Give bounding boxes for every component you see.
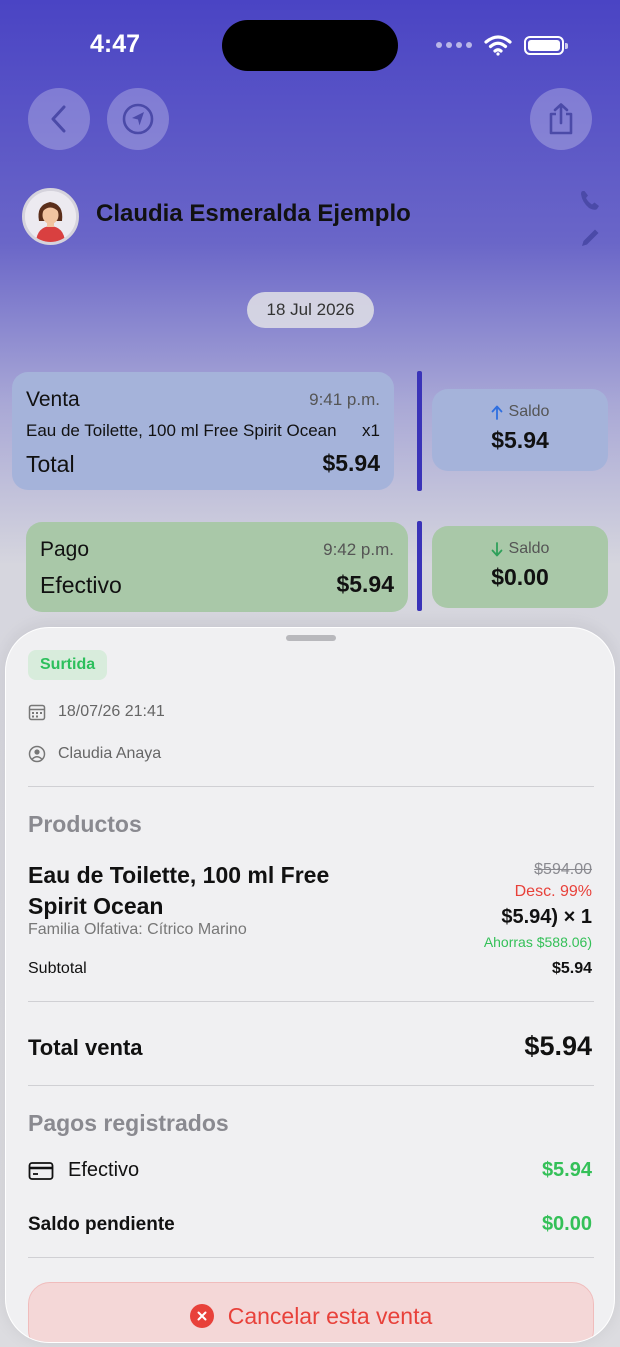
savings-label: Ahorras $588.06) [483, 934, 592, 950]
cellular-signal-icon [436, 42, 472, 48]
cancel-sale-label: Cancelar esta venta [227, 1303, 433, 1329]
payment-card[interactable]: Pago 9:42 p.m. Efectivo $5.94 [26, 522, 408, 612]
chevron-left-icon [51, 105, 66, 133]
status-time: 4:47 [90, 30, 141, 58]
timeline-divider [417, 521, 422, 611]
dynamic-island [222, 20, 398, 71]
avatar[interactable] [22, 188, 79, 245]
payment-method: Efectivo [40, 572, 122, 598]
contact-name: Claudia Esmeralda Ejemplo [96, 200, 411, 227]
wifi-icon [484, 35, 512, 56]
phone-icon[interactable] [578, 188, 602, 212]
payment-row: Efectivo [28, 1159, 139, 1182]
pending-balance-label: Saldo pendiente [28, 1214, 175, 1235]
arrow-up-icon [491, 405, 502, 420]
sale-time: 9:41 p.m. [309, 390, 380, 409]
battery-icon [524, 35, 568, 55]
datetime-text: 18/07/26 21:41 [58, 703, 165, 720]
location-arrow-icon [122, 103, 154, 135]
sale-title: Venta [26, 388, 80, 411]
payment-time: 9:42 p.m. [323, 540, 394, 559]
divider [28, 1001, 594, 1002]
sale-total-label: Total [26, 451, 75, 477]
divider [28, 786, 594, 787]
payments-title: Pagos registrados [28, 1110, 229, 1136]
products-title: Productos [28, 811, 142, 837]
payment-method-label: Efectivo [68, 1159, 140, 1181]
product-name: Eau de Toilette, 100 ml Free Spirit Ocea… [28, 862, 330, 919]
sale-detail-sheet: Surtida 18/07/26 21:41 Claudia Anaya Pro… [5, 627, 615, 1343]
balance-label: Saldo [508, 403, 550, 420]
location-button[interactable] [107, 88, 169, 150]
datetime-row: 18/07/26 21:41 [28, 703, 165, 721]
sale-total-label: Total venta [28, 1035, 143, 1060]
balance-value: $0.00 [491, 564, 549, 590]
product-attribute: Familia Olfativa: Cítrico Marino [28, 921, 247, 938]
payment-balance-card: Saldo $0.00 [432, 526, 608, 608]
unit-price: $5.94) × 1 [501, 906, 592, 928]
cancel-sale-button[interactable]: Cancelar esta venta [28, 1282, 594, 1342]
share-button[interactable] [530, 88, 592, 150]
credit-card-icon [28, 1161, 54, 1180]
divider [28, 1085, 594, 1086]
x-circle-icon [189, 1304, 214, 1328]
sale-card[interactable]: Venta 9:41 p.m. Eau de Toilette, 100 ml … [12, 372, 394, 490]
original-price: $594.00 [534, 861, 592, 878]
payment-amount-value: $5.94 [541, 1159, 592, 1181]
payment-title: Pago [40, 538, 90, 561]
subtotal-label: Subtotal [28, 960, 87, 977]
timeline-divider [417, 371, 422, 491]
arrow-down-icon [491, 541, 502, 556]
share-icon [549, 103, 573, 135]
sale-total-value: $5.94 [322, 450, 380, 476]
payment-amount: $5.94 [336, 571, 394, 597]
contact-header: Claudia Esmeralda Ejemplo [22, 188, 602, 248]
sheet-handle[interactable] [286, 635, 336, 641]
status-badge: Surtida [28, 650, 108, 680]
seller-row: Claudia Anaya [28, 745, 161, 763]
calendar-icon [28, 704, 46, 721]
seller-name: Claudia Anaya [58, 745, 162, 762]
person-circle-icon [28, 745, 46, 763]
pending-balance-value: $0.00 [541, 1213, 592, 1235]
balance-value: $5.94 [491, 427, 549, 453]
avatar-image [25, 191, 76, 242]
sale-product: Eau de Toilette, 100 ml Free Spirit Ocea… [26, 421, 337, 440]
divider [28, 1257, 594, 1258]
discount-label: Desc. 99% [514, 883, 592, 900]
date-pill: 18 Jul 2026 [247, 292, 374, 328]
back-button[interactable] [28, 88, 90, 150]
sale-total-value: $5.94 [524, 1031, 592, 1061]
sale-balance-card: Saldo $5.94 [432, 389, 608, 471]
status-icons [436, 34, 568, 56]
subtotal-value: $5.94 [551, 960, 592, 977]
balance-label: Saldo [508, 540, 550, 557]
pencil-icon[interactable] [578, 226, 602, 250]
sale-qty: x1 [362, 421, 380, 440]
